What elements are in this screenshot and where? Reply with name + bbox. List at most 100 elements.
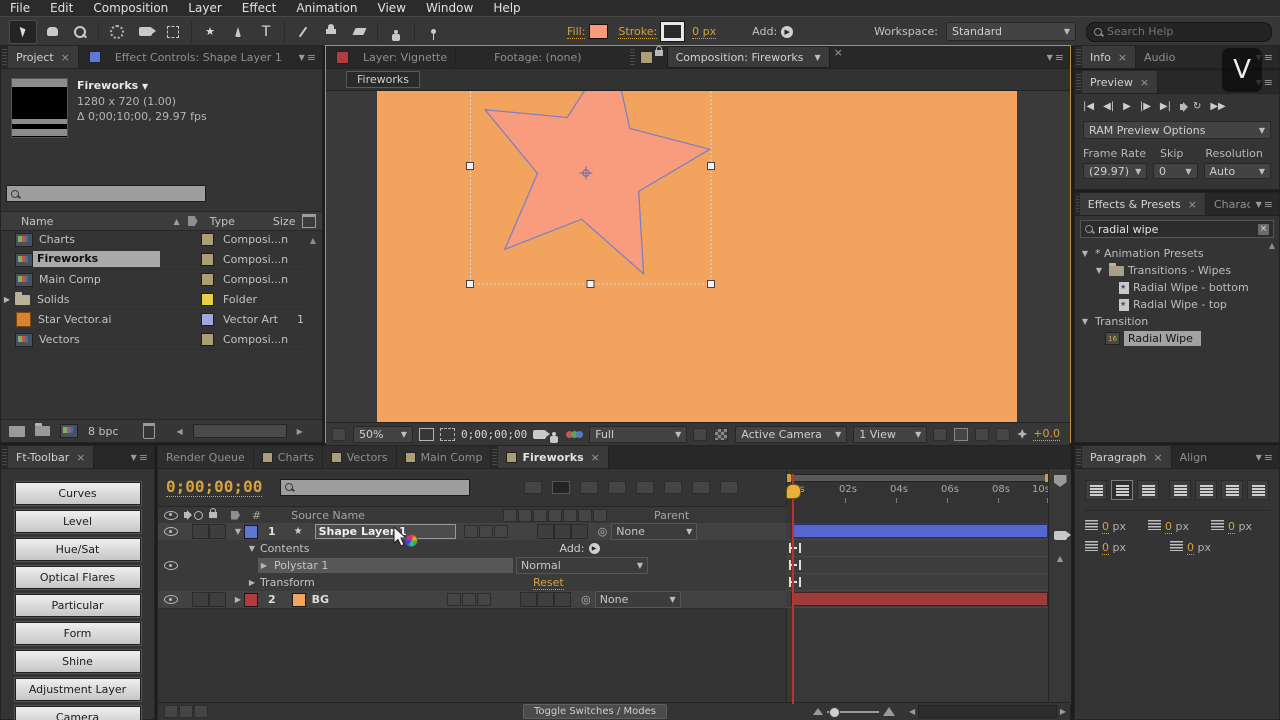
transparency-grid-icon[interactable] <box>714 427 729 441</box>
star-shape[interactable] <box>483 91 712 276</box>
work-area-start-handle[interactable] <box>787 474 791 482</box>
previous-frame-button[interactable]: ◀| <box>1103 101 1114 112</box>
tab-layer-vignette[interactable]: Layer: Vignette <box>355 46 455 68</box>
label-chip[interactable] <box>201 253 214 266</box>
column-type[interactable]: Type <box>210 215 235 228</box>
first-line-indent-field[interactable]: 0 px <box>1148 520 1189 534</box>
skip-dropdown[interactable]: 0 ▼ <box>1153 163 1198 179</box>
justify-last-right-button[interactable] <box>1221 480 1243 500</box>
label-chip[interactable] <box>201 313 214 326</box>
horizontal-scrollbar[interactable] <box>192 424 287 438</box>
menu-composition[interactable]: Composition <box>83 1 178 15</box>
sort-asc-icon[interactable]: ▲ <box>173 217 179 226</box>
draft-3d-icon[interactable] <box>552 480 571 494</box>
indent-left-field[interactable]: 0 px <box>1085 520 1126 534</box>
form-button[interactable]: Form <box>14 622 141 645</box>
tab-main-comp[interactable]: Main Comp <box>396 446 492 468</box>
particular-button[interactable]: Particular <box>14 594 141 617</box>
timeline-zoom-slider[interactable] <box>826 706 879 718</box>
fill-label[interactable]: Fill: <box>567 25 586 39</box>
layer-switches[interactable] <box>463 525 509 538</box>
justify-all-button[interactable] <box>1247 480 1269 500</box>
zoom-in-icon[interactable] <box>882 707 895 716</box>
fast-preview-icon[interactable] <box>954 427 969 441</box>
always-preview-icon[interactable] <box>332 427 346 441</box>
collapse-icon[interactable]: ▼ <box>1079 249 1091 258</box>
align-left-button[interactable] <box>1085 480 1107 500</box>
space-before-field[interactable]: 0 px <box>1085 541 1126 555</box>
camera-button[interactable]: Camera <box>14 706 141 720</box>
empty-lane-area[interactable] <box>786 608 1049 704</box>
lock-cell[interactable] <box>209 592 226 607</box>
current-time-display[interactable]: 0;00;00;00 <box>166 477 263 497</box>
viewport[interactable] <box>326 91 1070 422</box>
work-area-bar[interactable] <box>787 474 1049 482</box>
auto-keyframe-icon[interactable] <box>692 480 711 494</box>
property-row-polystar[interactable]: ▶ Polystar 1 Normal ▼ <box>158 557 786 575</box>
lock-icon[interactable] <box>654 46 663 56</box>
motion-blur-icon[interactable] <box>636 480 655 494</box>
tab-ft-toolbar[interactable]: Ft-Toolbar × <box>8 446 95 468</box>
menu-animation[interactable]: Animation <box>286 1 367 15</box>
column-name[interactable]: Name <box>21 215 53 228</box>
panel-menu-icon[interactable]: ▼≡ <box>1250 446 1279 468</box>
tab-preview[interactable]: Preview × <box>1082 71 1159 93</box>
layer-duration-bar-shape[interactable] <box>791 524 1048 538</box>
parent-column[interactable]: Parent <box>654 509 689 522</box>
panel-menu-icon[interactable]: ▼≡ <box>1041 46 1070 68</box>
collapse-icon[interactable]: ▼ <box>1093 266 1105 275</box>
selection-tool-icon[interactable] <box>9 19 37 44</box>
expand-modes-icon[interactable] <box>179 705 193 718</box>
effects-search[interactable]: × <box>1080 220 1274 238</box>
zoom-tool-icon[interactable] <box>67 21 93 43</box>
breadcrumb[interactable]: Fireworks <box>346 71 420 88</box>
timeline-horizontal-scrollbar[interactable] <box>918 705 1057 718</box>
camera-tool-icon[interactable] <box>132 21 158 43</box>
trkmat-cell[interactable] <box>553 524 571 539</box>
track-lane-bg[interactable] <box>786 591 1048 608</box>
scroll-left-icon[interactable]: ◀ <box>909 707 915 716</box>
ram-preview-options-dropdown[interactable]: RAM Preview Options ▼ <box>1083 121 1271 139</box>
fill-swatch[interactable] <box>589 24 609 39</box>
camera-view-dropdown[interactable]: Active Camera ▼ <box>735 425 848 443</box>
clear-search-icon[interactable]: × <box>1258 223 1269 235</box>
scroll-left-icon[interactable]: ◀ <box>177 427 183 436</box>
show-snapshot-icon[interactable] <box>550 432 559 443</box>
shape-tool-icon[interactable]: ★ <box>197 21 223 43</box>
frame-rate-dropdown[interactable]: (29.97) ▼ <box>1083 163 1147 179</box>
tab-vectors[interactable]: Vectors <box>322 446 397 468</box>
video-column-icon[interactable] <box>164 510 178 520</box>
magnification-dropdown[interactable]: 50% ▼ <box>353 425 413 443</box>
composition-canvas[interactable] <box>377 91 1017 422</box>
next-frame-button[interactable]: |▶ <box>1140 101 1151 112</box>
track-lane-transform[interactable] <box>786 574 1048 591</box>
tab-info[interactable]: Info × <box>1082 46 1137 68</box>
tab-align[interactable]: Align <box>1172 446 1216 468</box>
close-icon[interactable]: × <box>834 46 843 68</box>
curves-button[interactable]: Curves <box>14 482 141 505</box>
adjustment-layer-button[interactable]: Adjustment Layer <box>14 678 141 701</box>
expand-icon[interactable]: ▶ <box>258 561 270 570</box>
close-icon[interactable]: × <box>1153 451 1162 464</box>
exposure-value[interactable]: +0.0 <box>1033 427 1060 441</box>
tab-character[interactable]: Characte <box>1206 193 1250 215</box>
chevron-down-icon[interactable]: ▼ <box>814 53 820 62</box>
tab-paragraph[interactable]: Paragraph × <box>1082 446 1172 468</box>
scroll-up-icon[interactable]: ▲ <box>1269 241 1275 250</box>
layer-duration-bar-bg[interactable] <box>791 592 1048 606</box>
panel-menu-icon[interactable]: ▼≡ <box>125 446 154 468</box>
add-shape-icon[interactable]: ▶ <box>781 25 794 38</box>
track-lane-shape-layer[interactable] <box>786 523 1048 540</box>
layer-switches[interactable] <box>447 593 492 606</box>
resolution-preview-dropdown[interactable]: Auto ▼ <box>1203 163 1271 179</box>
roto-brush-tool-icon[interactable] <box>383 21 409 43</box>
shine-button[interactable]: Shine <box>14 650 141 673</box>
index-column[interactable]: # <box>252 509 261 522</box>
parent-dropdown[interactable]: None ▼ <box>611 523 698 540</box>
label-color-column-icon[interactable] <box>187 216 198 226</box>
project-search-input[interactable] <box>23 187 201 200</box>
layer-name-edit-field[interactable]: Shape Layer 1 <box>314 524 456 539</box>
frame-blending-icon[interactable] <box>608 480 627 494</box>
comp-mini-flowchart-icon[interactable] <box>524 480 543 494</box>
rotation-tool-icon[interactable] <box>104 21 130 43</box>
